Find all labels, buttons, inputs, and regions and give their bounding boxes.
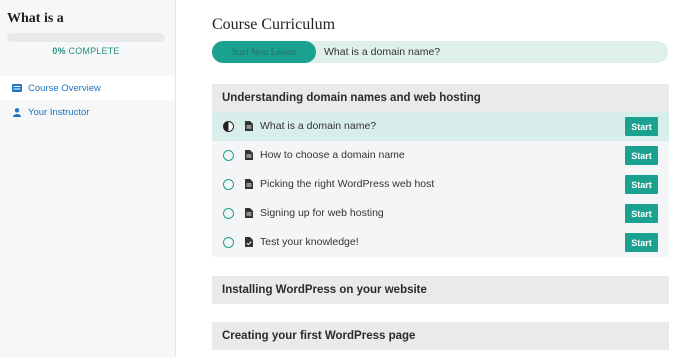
lesson-title[interactable]: What is a domain name? — [260, 112, 376, 141]
page-title: Course Curriculum — [212, 16, 336, 33]
sidebar-nav: Course Overview Your Instructor — [0, 76, 174, 124]
user-icon — [11, 107, 23, 117]
lesson-row[interactable]: Picking the right WordPress web host Sta… — [212, 170, 669, 199]
not-started-icon — [223, 237, 234, 248]
next-lesson-title[interactable]: What is a domain name? — [324, 41, 440, 63]
lesson-title[interactable]: Test your knowledge! — [260, 228, 359, 257]
quiz-icon — [245, 237, 253, 247]
document-icon — [245, 121, 253, 131]
in-progress-icon — [223, 121, 234, 132]
start-button[interactable]: Start — [625, 146, 658, 165]
document-icon — [245, 179, 253, 189]
sidebar: What is a 0% COMPLETE Course Overview Yo… — [0, 0, 176, 357]
not-started-icon — [223, 150, 234, 161]
start-button[interactable]: Start — [625, 175, 658, 194]
start-button[interactable]: Start — [625, 117, 658, 136]
sidebar-item-label: Your Instructor — [28, 106, 90, 118]
section-title[interactable]: Understanding domain names and web hosti… — [212, 84, 669, 112]
start-button[interactable]: Start — [625, 204, 658, 223]
lesson-title[interactable]: How to choose a domain name — [260, 141, 405, 170]
section-installing-wordpress[interactable]: Installing WordPress on your website — [212, 276, 669, 304]
start-button[interactable]: Start — [625, 233, 658, 252]
progress-label: COMPLETE — [68, 46, 120, 56]
progress-text: 0% COMPLETE — [0, 46, 172, 56]
not-started-icon — [223, 208, 234, 219]
lesson-row[interactable]: Signing up for web hosting Start — [212, 199, 669, 228]
document-icon — [245, 150, 253, 160]
sidebar-item-your-instructor[interactable]: Your Instructor — [0, 100, 174, 124]
lesson-title[interactable]: Picking the right WordPress web host — [260, 170, 434, 199]
lesson-title[interactable]: Signing up for web hosting — [260, 199, 384, 228]
list-icon — [11, 84, 23, 92]
progress-percent: 0% — [52, 46, 66, 56]
lesson-row[interactable]: How to choose a domain name Start — [212, 141, 669, 170]
progress-bar — [7, 33, 165, 42]
start-next-lesson-button[interactable]: Start Next Lesson — [212, 41, 316, 63]
not-started-icon — [223, 179, 234, 190]
sidebar-item-label: Course Overview — [28, 82, 101, 94]
document-icon — [245, 208, 253, 218]
lesson-row[interactable]: Test your knowledge! Start — [212, 228, 669, 257]
sidebar-item-course-overview[interactable]: Course Overview — [0, 76, 174, 100]
course-title: What is a — [7, 11, 64, 26]
section-understanding-domains: Understanding domain names and web hosti… — [212, 84, 669, 257]
lesson-row[interactable]: What is a domain name? Start — [212, 112, 669, 141]
next-lesson-bar: Start Next Lesson What is a domain name? — [212, 41, 668, 63]
section-creating-first-page[interactable]: Creating your first WordPress page — [212, 322, 669, 350]
